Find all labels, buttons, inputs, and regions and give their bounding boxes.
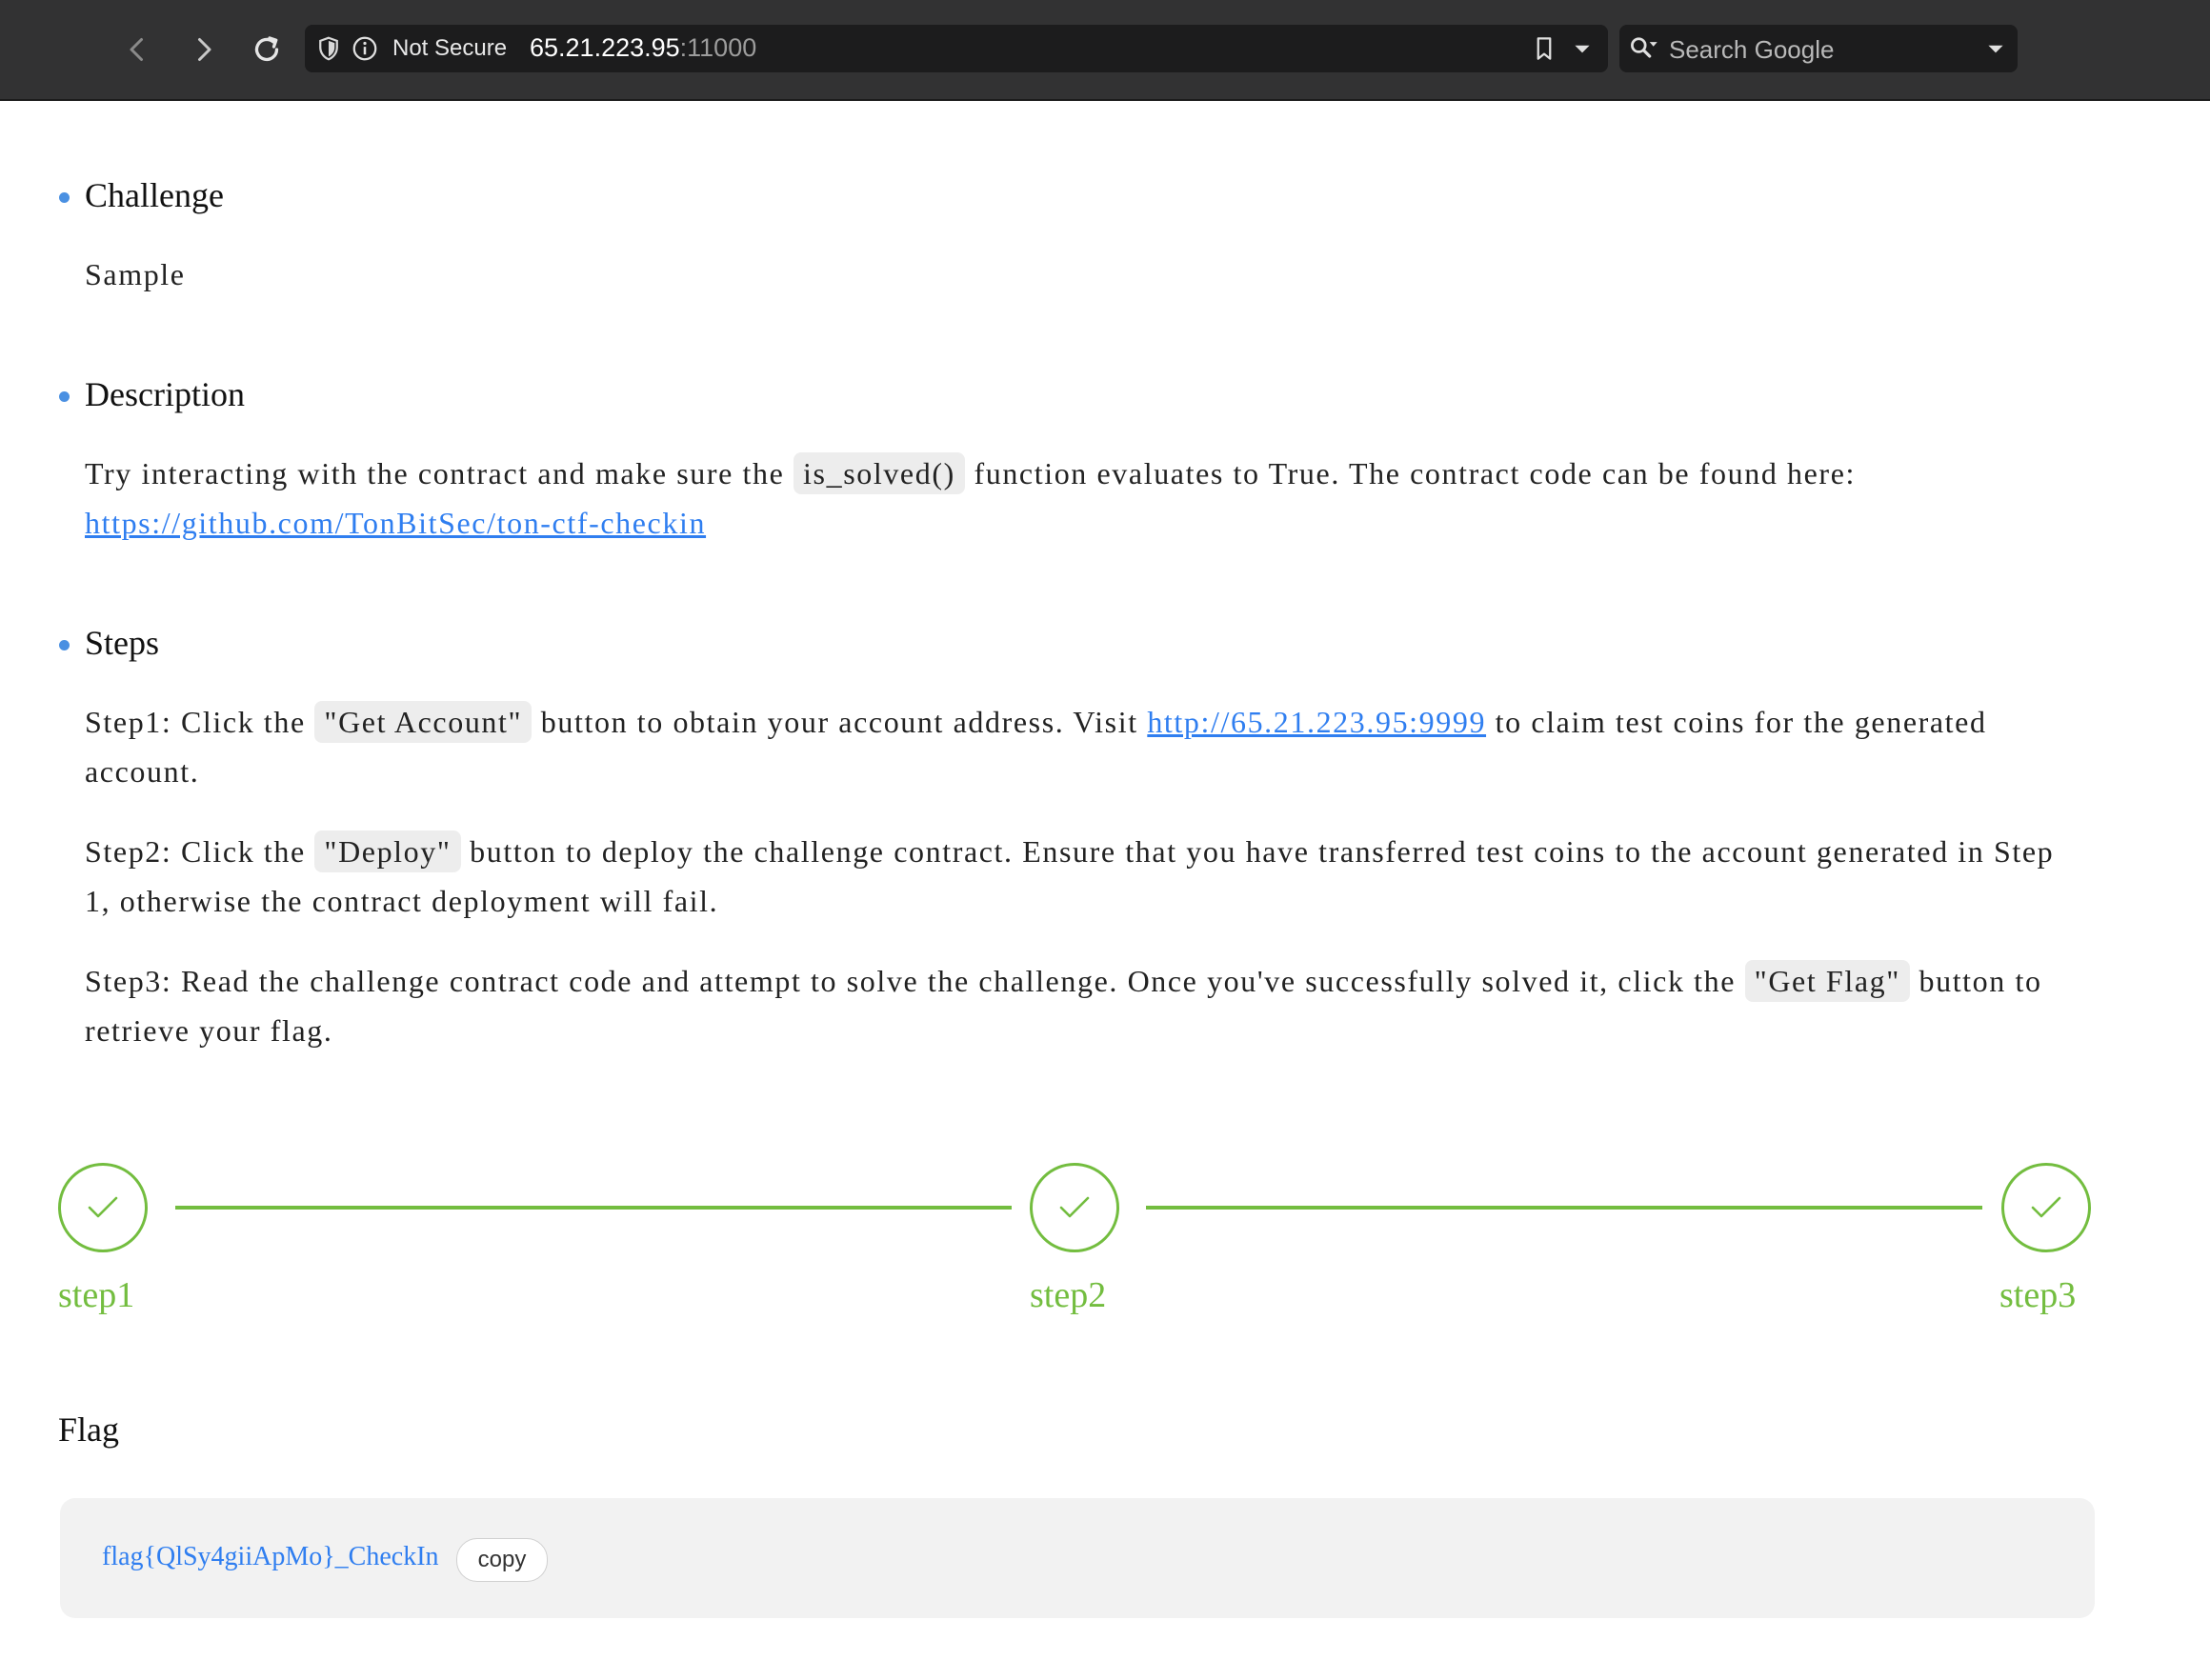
steps-heading: Steps xyxy=(59,623,159,663)
github-link[interactable]: https://github.com/TonBitSec/ton-ctf-che… xyxy=(85,506,706,540)
step-connector xyxy=(175,1206,1012,1210)
step3-instructions: Step3: Read the challenge contract code … xyxy=(85,956,2085,1055)
bullet-dot xyxy=(59,391,70,402)
description-text-part: Try interacting with the contract and ma… xyxy=(85,456,794,490)
forward-button[interactable] xyxy=(183,29,225,70)
description-text-part: function evaluates to True. The contract… xyxy=(964,456,1856,490)
inline-code: "Get Account" xyxy=(314,701,532,743)
step1-circle xyxy=(58,1163,148,1252)
faucet-link[interactable]: http://65.21.223.95:9999 xyxy=(1147,705,1486,739)
step-text-part: Step1: Click the xyxy=(85,705,315,739)
description-heading-text: Description xyxy=(85,375,245,413)
search-placeholder: Search Google xyxy=(1669,35,1835,64)
search-icon xyxy=(1631,37,1658,58)
step-connector xyxy=(1146,1206,1982,1210)
chevron-right-icon xyxy=(198,38,211,61)
step-text-part: Step3: Read the challenge contract code … xyxy=(85,964,1745,998)
address-bar[interactable]: Not Secure 65.21.223.95:11000 xyxy=(305,25,1608,72)
reload-button[interactable] xyxy=(246,29,288,70)
copy-button[interactable]: copy xyxy=(456,1538,548,1582)
bullet-dot xyxy=(59,640,70,650)
step1-label: step1 xyxy=(58,1275,135,1315)
url-port: :11000 xyxy=(679,33,757,62)
tracking-shield-icon[interactable] xyxy=(314,34,343,63)
challenge-name: Sample xyxy=(85,257,186,291)
check-icon xyxy=(88,1196,118,1218)
url-text[interactable]: 65.21.223.95:11000 xyxy=(530,33,756,63)
inline-code: "Get Flag" xyxy=(1744,960,1910,1002)
reload-icon xyxy=(254,36,279,62)
description-text: Try interacting with the contract and ma… xyxy=(85,449,2085,548)
inline-code: "Deploy" xyxy=(314,830,461,872)
url-host: 65.21.223.95 xyxy=(530,33,680,62)
browser-toolbar: Not Secure 65.21.223.95:11000 Search Goo… xyxy=(0,0,2210,101)
step3-label: step3 xyxy=(1999,1275,2077,1315)
inline-code: is_solved() xyxy=(794,452,965,494)
chevron-down-icon[interactable] xyxy=(1570,36,1595,61)
check-icon xyxy=(1059,1196,1090,1218)
flag-value[interactable]: flag{QlSy4giiApMo}_CheckIn xyxy=(102,1542,439,1572)
chevron-down-icon[interactable] xyxy=(1983,36,2008,61)
info-icon[interactable] xyxy=(351,34,379,63)
search-bar[interactable]: Search Google xyxy=(1619,25,2018,72)
check-icon xyxy=(2031,1196,2061,1218)
back-button[interactable] xyxy=(116,29,158,70)
bookmark-icon[interactable] xyxy=(1530,34,1558,63)
step2-label: step2 xyxy=(1030,1275,1107,1315)
flag-heading: Flag xyxy=(58,1410,120,1449)
chevron-left-icon xyxy=(130,38,143,61)
step-text-part: Step2: Click the xyxy=(85,834,315,869)
description-heading: Description xyxy=(59,374,245,414)
bullet-dot xyxy=(59,192,70,203)
step-text-part: button to obtain your account address. V… xyxy=(532,705,1148,739)
step1-instructions: Step1: Click the "Get Account" button to… xyxy=(85,697,2085,796)
steps-heading-text: Steps xyxy=(85,624,160,662)
challenge-heading-text: Challenge xyxy=(85,176,224,214)
step2-instructions: Step2: Click the "Deploy" button to depl… xyxy=(85,827,2085,926)
challenge-heading: Challenge xyxy=(59,175,224,215)
step3-circle xyxy=(2001,1163,2091,1252)
step2-circle xyxy=(1030,1163,1119,1252)
flag-panel: flag{QlSy4giiApMo}_CheckIn copy xyxy=(60,1498,2095,1618)
not-secure-label: Not Secure xyxy=(392,35,508,61)
